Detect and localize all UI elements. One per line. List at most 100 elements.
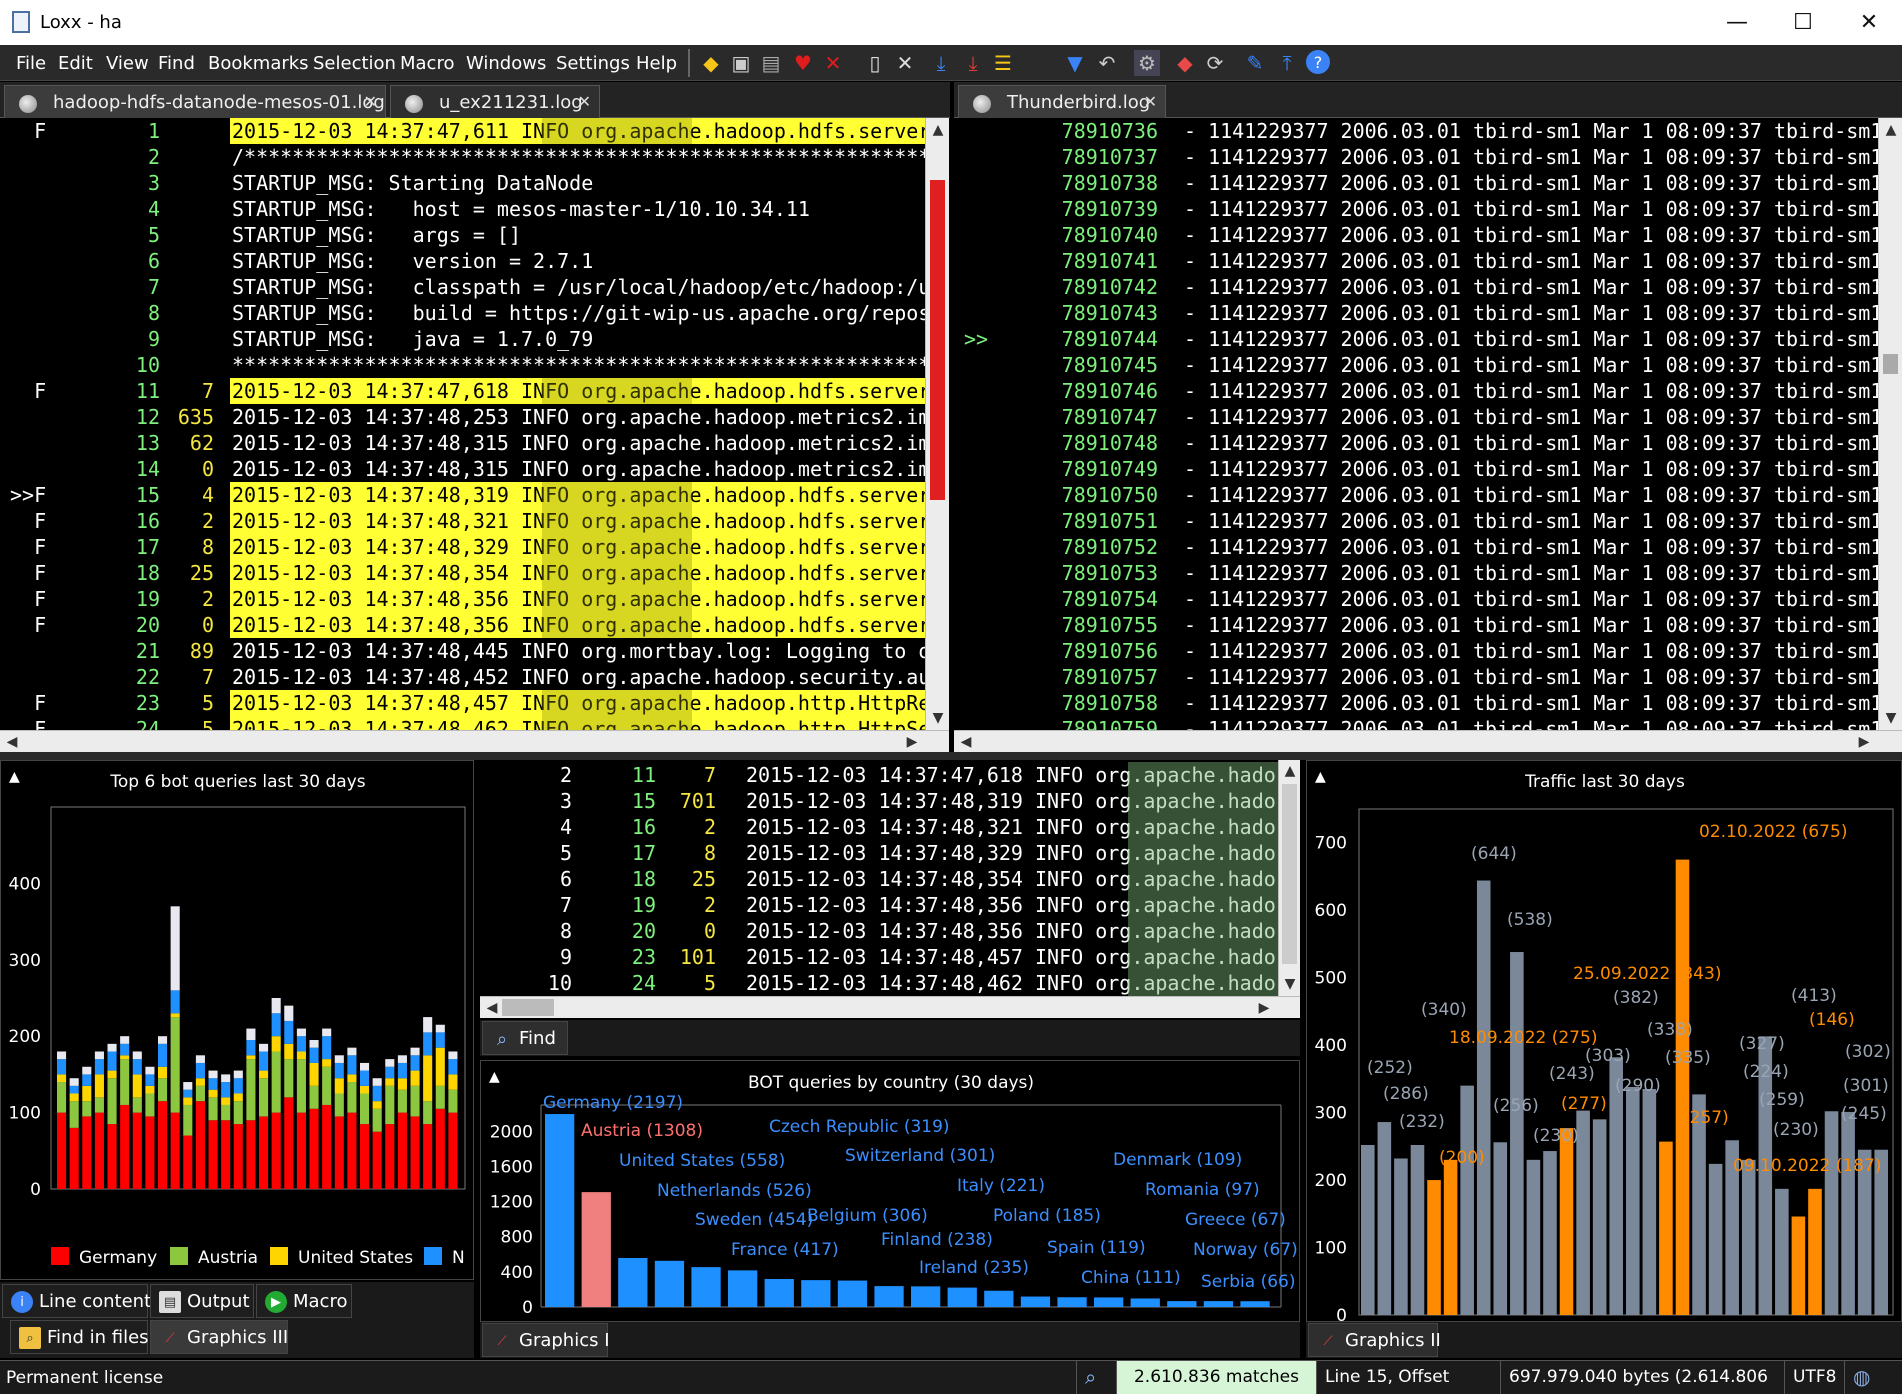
scroll-right-icon[interactable]: ▶ bbox=[1254, 998, 1274, 1018]
right-log-vscroll[interactable]: ▲ ▼ bbox=[1878, 118, 1902, 730]
close-tab-icon[interactable]: ✕ bbox=[1144, 92, 1157, 111]
log-row[interactable]: 6 STARTUP_MSG: version = 2.7.1 bbox=[0, 248, 925, 274]
log-row[interactable]: 12 635 2015-12-03 14:37:48,253 INFO org.ap… bbox=[0, 404, 925, 430]
find-results-vscroll[interactable]: ▲ ▼ bbox=[1278, 760, 1300, 996]
log-row[interactable]: 78910758 - 1141229377 2006.03.01 tbird-sm… bbox=[954, 690, 1878, 716]
log-row[interactable]: 5 STARTUP_MSG: args = [] bbox=[0, 222, 925, 248]
maximize-button[interactable]: ☐ bbox=[1770, 0, 1836, 45]
log-row[interactable]: 78910743 - 1141229377 2006.03.01 tbird-sm… bbox=[954, 300, 1878, 326]
log-row[interactable]: 21 89 2015-12-03 14:37:48,445 INFO org.mor… bbox=[0, 638, 925, 664]
log-row[interactable]: 8 STARTUP_MSG: build = https://git-wip-us… bbox=[0, 300, 925, 326]
save-icon[interactable]: ▣ bbox=[728, 50, 754, 76]
splitter[interactable] bbox=[0, 752, 1902, 760]
filter-icon[interactable]: ▼ bbox=[1062, 50, 1088, 76]
log-row[interactable]: 78910746 - 1141229377 2006.03.01 tbird-sm… bbox=[954, 378, 1878, 404]
log-row[interactable]: 78910739 - 1141229377 2006.03.01 tbird-sm… bbox=[954, 196, 1878, 222]
log-row[interactable]: 78910752 - 1141229377 2006.03.01 tbird-sm… bbox=[954, 534, 1878, 560]
log-row[interactable]: F 17 8 2015-12-03 14:37:48,329 INFO org.apa… bbox=[0, 534, 925, 560]
log-row[interactable]: F 24 5 2015-12-03 14:37:48,462 INFO org.apa… bbox=[0, 716, 925, 730]
find-result-row[interactable]: 9 23 101 2015-12-03 14:37:48,457 INFO org.a… bbox=[480, 944, 1278, 970]
log-row[interactable]: 78910737 - 1141229377 2006.03.01 tbird-sm… bbox=[954, 144, 1878, 170]
tab-graphics-i[interactable]: ⟋ Graphics I bbox=[482, 1323, 610, 1357]
close-file-icon[interactable]: ✕ bbox=[820, 50, 846, 76]
log-row[interactable]: F 19 2 2015-12-03 14:37:48,356 INFO org.apa… bbox=[0, 586, 925, 612]
log-row[interactable]: 7 STARTUP_MSG: classpath = /usr/local/had… bbox=[0, 274, 925, 300]
menu-find[interactable]: Find bbox=[158, 53, 195, 74]
log-row[interactable]: 78910757 - 1141229377 2006.03.01 tbird-sm… bbox=[954, 664, 1878, 690]
log-row[interactable]: F 11 7 2015-12-03 14:37:47,618 INFO org.apa… bbox=[0, 378, 925, 404]
bookmark-add-icon[interactable]: ◆ bbox=[698, 50, 724, 76]
tab-thunderbird-log[interactable]: Thunderbird.log ✕ bbox=[958, 85, 1166, 119]
log-row[interactable]: 22 7 2015-12-03 14:37:48,452 INFO org.apac… bbox=[0, 664, 925, 690]
log-row[interactable]: 78910756 - 1141229377 2006.03.01 tbird-sm… bbox=[954, 638, 1878, 664]
minimize-button[interactable]: — bbox=[1704, 0, 1770, 45]
refresh-icon[interactable]: ⟳ bbox=[1202, 50, 1228, 76]
new-document-icon[interactable]: ▯ bbox=[862, 50, 888, 76]
log-row[interactable]: 78910741 - 1141229377 2006.03.01 tbird-sm… bbox=[954, 248, 1878, 274]
log-row[interactable]: 78910754 - 1141229377 2006.03.01 tbird-sm… bbox=[954, 586, 1878, 612]
undo-icon[interactable]: ↶ bbox=[1094, 50, 1120, 76]
menu-help[interactable]: Help bbox=[636, 53, 677, 74]
log-row[interactable]: 78910740 - 1141229377 2006.03.01 tbird-sm… bbox=[954, 222, 1878, 248]
scroll-left-icon[interactable]: ◀ bbox=[2, 732, 22, 752]
log-row[interactable]: 78910742 - 1141229377 2006.03.01 tbird-sm… bbox=[954, 274, 1878, 300]
scroll-right-icon[interactable]: ▶ bbox=[902, 732, 922, 752]
find-result-row[interactable]: 7 19 2 2015-12-03 14:37:48,356 INFO org.apa… bbox=[480, 892, 1278, 918]
log-row[interactable]: 3 STARTUP_MSG: Starting DataNode bbox=[0, 170, 925, 196]
globe-icon[interactable]: ◍ bbox=[1844, 1361, 1884, 1394]
find-results-hscroll[interactable]: ◀ ▶ bbox=[480, 996, 1300, 1018]
log-row[interactable]: >>F 15 4 2015-12-03 14:37:48,319 INFO org.a… bbox=[0, 482, 925, 508]
right-log-view[interactable]: 78910736 - 1141229377 2006.03.01 tbird-sm… bbox=[954, 118, 1878, 730]
log-row[interactable]: 78910750 - 1141229377 2006.03.01 tbird-sm… bbox=[954, 482, 1878, 508]
menu-bookmarks[interactable]: Bookmarks bbox=[208, 53, 309, 74]
favorite-icon[interactable]: ♥ bbox=[790, 50, 816, 76]
find-results-list[interactable]: 2 11 7 2015-12-03 14:37:47,618 INFO org.apa… bbox=[480, 760, 1278, 996]
scroll-up-icon[interactable]: ▲ bbox=[928, 120, 948, 140]
log-row[interactable]: 78910753 - 1141229377 2006.03.01 tbird-sm… bbox=[954, 560, 1878, 586]
tab-line-content[interactable]: i Line content bbox=[2, 1284, 151, 1318]
find-result-row[interactable]: 4 16 2 2015-12-03 14:37:48,321 INFO org.apa… bbox=[480, 814, 1278, 840]
encoding-status[interactable]: UTF8 bbox=[1784, 1361, 1844, 1394]
log-row[interactable]: 9 STARTUP_MSG: java = 1.7.0_79 bbox=[0, 326, 925, 352]
log-row[interactable]: 78910738 - 1141229377 2006.03.01 tbird-sm… bbox=[954, 170, 1878, 196]
scroll-thumb[interactable] bbox=[930, 180, 945, 500]
menu-settings[interactable]: Settings bbox=[556, 53, 630, 74]
list-icon[interactable]: ☰ bbox=[990, 50, 1016, 76]
find-result-row[interactable]: 5 17 8 2015-12-03 14:37:48,329 INFO org.apa… bbox=[480, 840, 1278, 866]
log-row[interactable]: 14 0 2015-12-03 14:37:48,315 INFO org.apac… bbox=[0, 456, 925, 482]
log-row[interactable]: 4 STARTUP_MSG: host = mesos-master-1/10.1… bbox=[0, 196, 925, 222]
left-log-vscroll[interactable]: ▲ ▼ bbox=[925, 118, 949, 730]
log-row[interactable]: 78910759 - 1141229377 2006.03.01 tbird-sm… bbox=[954, 716, 1878, 730]
find-result-row[interactable]: 8 20 0 2015-12-03 14:37:48,356 INFO org.apa… bbox=[480, 918, 1278, 944]
log-row[interactable]: >> 78910744 - 1141229377 2006.03.01 tbird-… bbox=[954, 326, 1878, 352]
find-result-row[interactable]: 2 11 7 2015-12-03 14:37:47,618 INFO org.apa… bbox=[480, 762, 1278, 788]
find-result-row[interactable]: 3 15 701 2015-12-03 14:37:48,319 INFO org.a… bbox=[480, 788, 1278, 814]
upload-icon[interactable]: ⤒ bbox=[1274, 50, 1300, 76]
right-log-hscroll[interactable]: ◀ ▶ bbox=[954, 730, 1902, 752]
tab-output[interactable]: ▤ Output bbox=[150, 1284, 254, 1318]
log-row[interactable]: F 20 0 2015-12-03 14:37:48,356 INFO org.apa… bbox=[0, 612, 925, 638]
log-row[interactable]: 13 62 2015-12-03 14:37:48,315 INFO org.apa… bbox=[0, 430, 925, 456]
scroll-up-icon[interactable]: ▲ bbox=[1881, 120, 1901, 140]
scroll-left-icon[interactable]: ◀ bbox=[482, 998, 502, 1018]
tab-u-ex-log[interactable]: u_ex211231.log ✕ bbox=[390, 85, 600, 119]
comment-icon[interactable]: ✎ bbox=[1242, 50, 1268, 76]
close-tab-icon[interactable]: ✕ bbox=[578, 92, 591, 111]
close-all-icon[interactable]: ✕ bbox=[892, 50, 918, 76]
log-row[interactable]: F 1 2015-12-03 14:37:47,611 INFO org.apach… bbox=[0, 118, 925, 144]
settings-icon[interactable]: ⚙ bbox=[1134, 50, 1160, 76]
scroll-down-icon[interactable]: ▼ bbox=[1881, 708, 1901, 728]
save-as-icon[interactable]: ▤ bbox=[758, 50, 784, 76]
log-row[interactable]: F 18 25 2015-12-03 14:37:48,354 INFO org.ap… bbox=[0, 560, 925, 586]
tab-graphics-ii[interactable]: ⟋ Graphics II bbox=[1308, 1323, 1441, 1357]
menu-windows[interactable]: Windows bbox=[466, 53, 546, 74]
scroll-down-icon[interactable]: ▼ bbox=[928, 708, 948, 728]
log-row[interactable]: 10 **************************************… bbox=[0, 352, 925, 378]
log-row[interactable]: 2 /**************************************… bbox=[0, 144, 925, 170]
tab-find[interactable]: ⌕ Find bbox=[482, 1021, 568, 1055]
scroll-thumb[interactable] bbox=[502, 999, 554, 1016]
scroll-thumb[interactable] bbox=[1282, 784, 1297, 964]
log-row[interactable]: 78910747 - 1141229377 2006.03.01 tbird-sm… bbox=[954, 404, 1878, 430]
log-row[interactable]: 78910736 - 1141229377 2006.03.01 tbird-sm… bbox=[954, 118, 1878, 144]
left-log-view[interactable]: F 1 2015-12-03 14:37:47,611 INFO org.apach… bbox=[0, 118, 925, 730]
